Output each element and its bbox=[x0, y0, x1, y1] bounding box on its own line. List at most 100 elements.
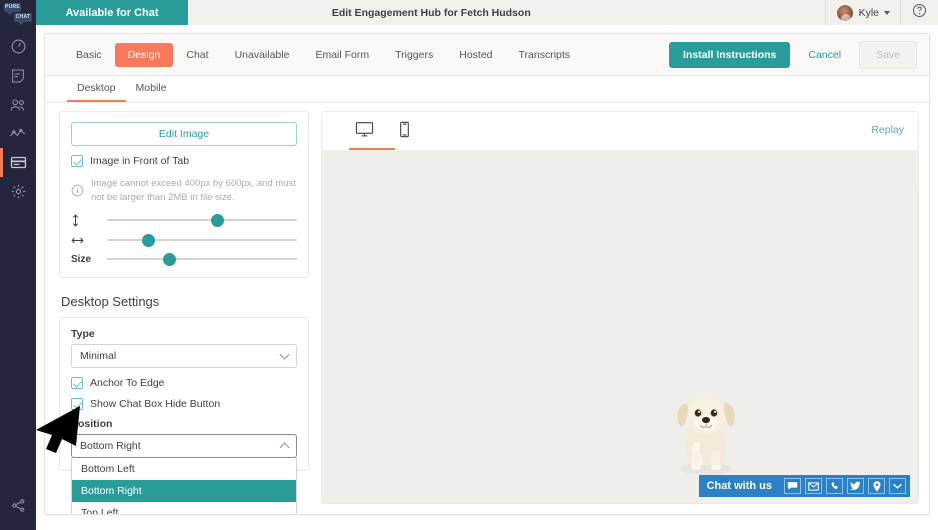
tab-design[interactable]: Design bbox=[114, 42, 174, 67]
show-hide-button-row[interactable]: Show Chat Box Hide Button bbox=[71, 397, 297, 410]
sidebar-item-analytics[interactable] bbox=[0, 119, 36, 148]
slider-horizontal-row bbox=[71, 233, 297, 247]
share-icon bbox=[11, 498, 26, 513]
mobile-phone-icon bbox=[399, 121, 410, 143]
position-option-bottom-right[interactable]: Bottom Right bbox=[72, 479, 296, 502]
tab-desktop[interactable]: Desktop bbox=[67, 82, 126, 102]
device-tab-desktop[interactable] bbox=[344, 112, 395, 150]
slider-horizontal-handle[interactable] bbox=[142, 233, 156, 247]
preview-header: Replay bbox=[322, 112, 918, 150]
cancel-button[interactable]: Cancel bbox=[798, 42, 851, 68]
puppy-image bbox=[677, 396, 735, 475]
chevron-up-icon bbox=[279, 441, 290, 452]
slider-horizontal-track[interactable] bbox=[107, 233, 297, 247]
slider-vertical-handle[interactable] bbox=[210, 213, 224, 227]
tab-bar-actions: Install Instructions Cancel Save bbox=[669, 34, 917, 76]
desktop-monitor-icon bbox=[355, 121, 374, 143]
logo-bubble-pure: PURE bbox=[4, 2, 21, 15]
tab-transcripts[interactable]: Transcripts bbox=[506, 43, 584, 67]
slider-size-label: Size bbox=[71, 253, 92, 265]
sidebar-item-share[interactable] bbox=[0, 491, 36, 520]
horizontal-arrows-icon bbox=[71, 236, 99, 245]
tab-triggers[interactable]: Triggers bbox=[382, 43, 446, 67]
anchor-to-edge-checkbox[interactable] bbox=[71, 376, 83, 389]
sidebar-item-settings[interactable] bbox=[0, 177, 36, 206]
left-nav-rail: PURE CHAT bbox=[0, 0, 36, 530]
position-dropdown: Bottom Left Bottom Right Top Left Top Ri… bbox=[71, 457, 297, 514]
sidebar-item-dashboard[interactable] bbox=[0, 32, 36, 61]
settings-column: Edit Image Image in Front of Tab Image c… bbox=[59, 111, 309, 514]
chat-widget-label[interactable]: Chat with us bbox=[707, 480, 772, 492]
location-pin-icon[interactable] bbox=[868, 478, 885, 494]
phone-icon[interactable] bbox=[826, 478, 843, 494]
slider-vertical-track[interactable] bbox=[107, 213, 297, 227]
show-hide-button-checkbox[interactable] bbox=[71, 397, 83, 410]
position-select-wrapper: Bottom Right Bottom Left Bottom Right To… bbox=[71, 433, 297, 514]
slider-size-row: Size bbox=[71, 252, 297, 266]
chat-widget-bar: Chat with us bbox=[698, 475, 910, 497]
sidebar-item-contacts[interactable] bbox=[0, 90, 36, 119]
chat-bubble-icon[interactable] bbox=[784, 478, 801, 494]
availability-status-button[interactable]: Available for Chat bbox=[36, 0, 188, 25]
help-question-icon bbox=[912, 3, 927, 23]
desktop-settings-panel: Type Minimal Anchor To Edge Show Chat Bo… bbox=[59, 316, 309, 514]
page-title: Edit Engagement Hub for Fetch Hudson bbox=[331, 6, 531, 19]
position-option-top-left[interactable]: Top Left bbox=[72, 502, 296, 514]
gear-icon bbox=[10, 183, 27, 200]
replay-button[interactable]: Replay bbox=[871, 124, 904, 136]
type-select[interactable]: Minimal bbox=[71, 343, 297, 368]
user-menu-label: Kyle bbox=[858, 6, 879, 19]
rail-bottom-items bbox=[0, 491, 36, 520]
chevron-down-icon bbox=[279, 349, 290, 360]
type-select-value: Minimal bbox=[80, 349, 117, 362]
info-circle-icon bbox=[71, 184, 84, 202]
tab-mobile[interactable]: Mobile bbox=[126, 82, 177, 102]
app-root: PURE CHAT Available for Chat Edit Engage… bbox=[0, 0, 938, 530]
slider-vertical-row bbox=[71, 213, 297, 227]
tab-unavailable[interactable]: Unavailable bbox=[222, 43, 303, 67]
chat-widget-icon bbox=[10, 155, 27, 170]
tab-chat[interactable]: Chat bbox=[173, 43, 221, 67]
image-in-front-checkbox[interactable] bbox=[71, 155, 83, 167]
logo-bubble-chat: CHAT bbox=[14, 12, 32, 25]
twitter-icon[interactable] bbox=[847, 478, 864, 494]
preview-panel: Replay Chat with us bbox=[321, 111, 919, 504]
slider-size-track[interactable] bbox=[107, 252, 297, 266]
sub-tab-bar: Desktop Mobile bbox=[45, 76, 929, 103]
anchor-to-edge-row[interactable]: Anchor To Edge bbox=[71, 376, 297, 389]
chevron-down-icon[interactable] bbox=[889, 478, 906, 494]
edit-image-button[interactable]: Edit Image bbox=[71, 122, 297, 146]
position-label: Position bbox=[71, 417, 113, 430]
save-button[interactable]: Save bbox=[859, 41, 917, 69]
position-select[interactable]: Bottom Right bbox=[71, 433, 297, 458]
notes-icon bbox=[10, 68, 26, 84]
position-option-bottom-left[interactable]: Bottom Left bbox=[72, 458, 296, 480]
preview-scrollbar[interactable] bbox=[912, 190, 916, 499]
preview-canvas: Chat with us bbox=[322, 150, 918, 503]
image-size-note: Image cannot exceed 400px by 600px, and … bbox=[71, 177, 297, 205]
analytics-icon bbox=[9, 127, 27, 141]
slider-size-handle[interactable] bbox=[163, 252, 177, 266]
help-button[interactable] bbox=[900, 0, 938, 25]
desktop-settings-title: Desktop Settings bbox=[61, 293, 160, 309]
install-instructions-button[interactable]: Install Instructions bbox=[669, 42, 791, 68]
show-hide-button-label: Show Chat Box Hide Button bbox=[90, 397, 221, 410]
sidebar-item-engagement-hub[interactable] bbox=[0, 148, 36, 177]
dashboard-gauge-icon bbox=[10, 38, 27, 55]
image-settings-panel: Edit Image Image in Front of Tab Image c… bbox=[59, 111, 309, 278]
purechat-logo-icon: PURE CHAT bbox=[3, 2, 33, 25]
tab-hosted[interactable]: Hosted bbox=[446, 43, 505, 67]
position-select-value: Bottom Right bbox=[80, 439, 141, 452]
tab-basic[interactable]: Basic bbox=[63, 43, 115, 67]
rail-item-list bbox=[0, 32, 36, 206]
tab-email-form[interactable]: Email Form bbox=[302, 43, 382, 67]
type-label: Type bbox=[71, 327, 95, 340]
users-icon bbox=[9, 97, 27, 113]
user-menu[interactable]: Kyle bbox=[824, 0, 900, 25]
purechat-logo[interactable]: PURE CHAT bbox=[0, 0, 36, 25]
sidebar-item-notes[interactable] bbox=[0, 61, 36, 90]
image-in-front-checkbox-row[interactable]: Image in Front of Tab bbox=[71, 155, 297, 167]
device-tab-mobile[interactable] bbox=[384, 112, 424, 150]
top-bar: Available for Chat Edit Engagement Hub f… bbox=[36, 0, 938, 25]
envelope-icon[interactable] bbox=[805, 478, 822, 494]
